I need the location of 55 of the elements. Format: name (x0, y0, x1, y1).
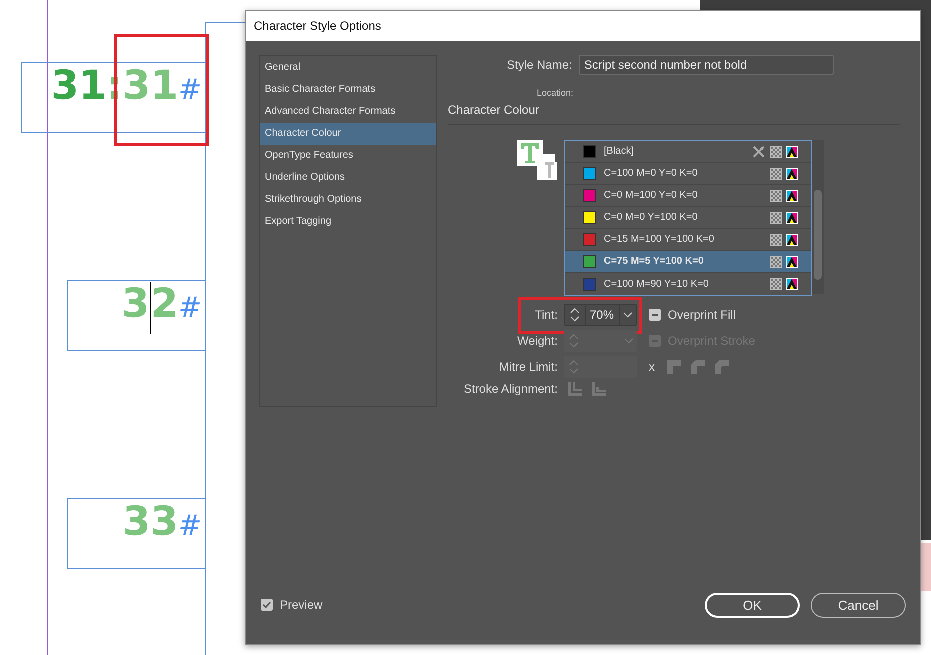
field-label: Style Name: (507, 58, 572, 72)
page-strip (921, 543, 931, 591)
field-label: Tint: (534, 308, 558, 322)
align-inside-icon[interactable] (592, 382, 606, 396)
checkbox[interactable] (649, 309, 661, 321)
cmyk-icon (786, 256, 798, 268)
align-center-icon[interactable] (568, 382, 582, 396)
round-join-icon[interactable] (691, 360, 705, 374)
process-color-icon (770, 212, 782, 224)
process-color-icon (770, 146, 782, 158)
section-item[interactable]: OpenType Features (260, 145, 436, 167)
dialog-button[interactable]: Cancel (811, 592, 906, 618)
section-item[interactable]: Strikethrough Options (260, 189, 436, 211)
window-title: Character Style Options (254, 19, 382, 33)
process-color-icon (770, 168, 782, 180)
swatch-row[interactable]: C=0 M=0 Y=100 K=0 (565, 207, 811, 229)
cmyk-icon (786, 190, 798, 202)
swatch-row[interactable]: C=0 M=100 Y=0 K=0 (565, 185, 811, 207)
cmyk-icon (786, 234, 798, 246)
cmyk-icon (786, 146, 798, 158)
section-item[interactable]: Export Tagging (260, 211, 436, 233)
frame-number: 32# (122, 282, 202, 334)
cmyk-icon (786, 212, 798, 224)
miter-join-icon[interactable] (667, 360, 681, 374)
swatch-row[interactable]: [Black] (565, 141, 811, 163)
location-label: Location: (537, 88, 574, 98)
checkbox-label: Overprint Fill (668, 308, 736, 322)
scrollbar[interactable] (812, 140, 824, 294)
section-item[interactable]: Advanced Character Formats (260, 101, 436, 123)
section-item[interactable]: Character Colour (260, 123, 436, 145)
section-item[interactable]: General (260, 57, 436, 79)
cmyk-icon (786, 278, 798, 290)
swatch-row[interactable]: C=100 M=90 Y=10 K=0 (565, 273, 811, 295)
text-color-icon (517, 140, 557, 180)
dialog-button[interactable]: OK (705, 592, 800, 618)
field-label: Stroke Alignment: (462, 382, 558, 396)
section-title: Character Colour (448, 103, 540, 117)
unit-label: x (649, 360, 655, 374)
process-color-icon (770, 256, 782, 268)
field-label: Weight: (516, 334, 558, 348)
swatch-row[interactable]: C=75 M=5 Y=100 K=0 (565, 251, 811, 273)
field-label: Mitre Limit: (498, 360, 558, 374)
swatch-row[interactable]: C=100 M=0 Y=0 K=0 (565, 163, 811, 185)
process-color-icon (770, 190, 782, 202)
process-color-icon (770, 278, 782, 290)
bevel-join-icon[interactable] (715, 360, 729, 374)
frame-number: 33# (122, 500, 202, 547)
style-name-field[interactable]: Script second number not bold (579, 55, 834, 75)
cmyk-icon (786, 168, 798, 180)
process-color-icon (770, 234, 782, 246)
preview-checkbox[interactable] (261, 599, 273, 611)
mitre-limit-field[interactable] (564, 356, 637, 378)
checkbox-label: Preview (280, 598, 323, 612)
section-item[interactable]: Basic Character Formats (260, 79, 436, 101)
section-item[interactable]: Underline Options (260, 167, 436, 189)
